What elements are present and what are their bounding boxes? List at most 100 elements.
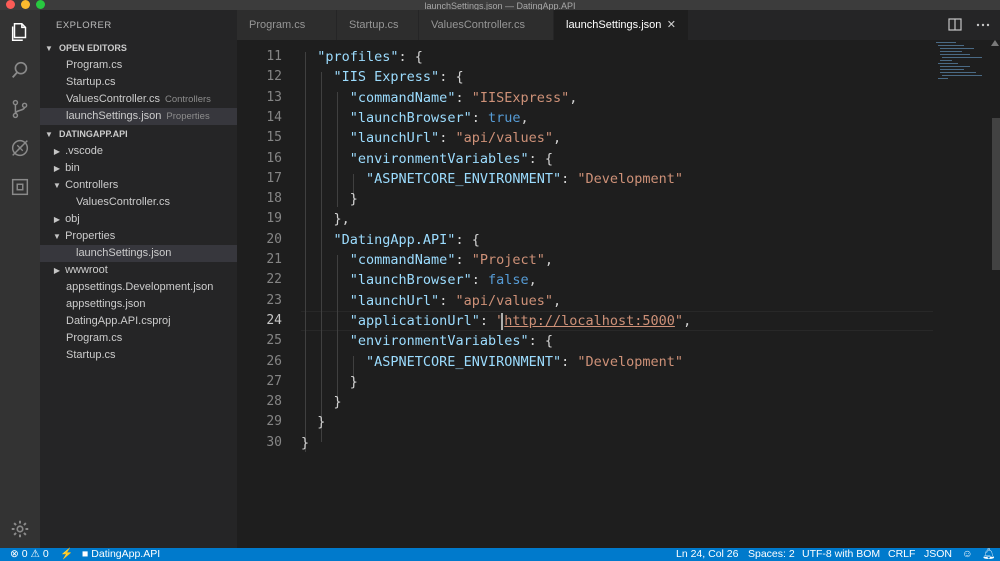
code-line[interactable]: 16 "environmentVariables": { [237,149,937,169]
tree-file[interactable]: ValuesController.cs [40,194,237,211]
tree-folder-obj[interactable]: ▶ obj [40,211,237,228]
code-token: " [674,312,684,329]
code-line[interactable]: 23 "launchUrl": "api/values", [237,291,937,311]
scrollbar-thumb[interactable] [992,118,1000,270]
code-editor[interactable]: 11 "profiles": {12 "IIS Express": {13 "c… [237,40,1000,548]
code-line[interactable]: 20 "DatingApp.API": { [237,230,937,250]
sync-icon[interactable]: ⚡ [60,548,73,561]
debug-icon[interactable] [8,136,32,160]
tab-program[interactable]: Program.cs [237,10,337,40]
tree-file[interactable]: Startup.cs [40,347,237,364]
code-line[interactable]: 28 } [237,392,937,412]
tree-item-label: Program.cs [66,332,123,344]
code-line[interactable]: 19 }, [237,209,937,229]
tree-folder-properties[interactable]: ▼ Properties [40,228,237,245]
open-editor-item[interactable]: ValuesController.cs Controllers [40,91,237,108]
tree-file-selected[interactable]: launchSettings.json [40,245,237,262]
code-token: "ASPNETCORE_ENVIRONMENT" [366,170,562,187]
cursor-position[interactable]: Ln 24, Col 26 [676,548,738,561]
code-token: : [455,252,472,268]
code-line[interactable]: 25 "environmentVariables": { [237,331,937,351]
tab-launch-settings[interactable]: launchSettings.json ✕ [554,10,689,40]
code-line[interactable]: 13 "commandName": "IISExpress", [237,88,937,108]
smiley-icon[interactable]: ☺ [962,548,973,561]
line-number: 28 [266,394,282,410]
error-icon: ⊗ [10,548,19,560]
code-token: "Development" [577,353,684,370]
code-line[interactable]: 29 } [237,412,937,432]
tree-item-label: .vscode [65,145,103,157]
source-control-icon[interactable] [8,97,32,121]
code-token: : { [398,49,423,65]
line-number: 15 [266,130,282,146]
code-line[interactable]: 30} [237,433,937,453]
open-editors-label: OPEN EDITORS [59,43,127,53]
code-token: , [520,109,529,126]
code-token: , [528,272,537,289]
chevron-right-icon: ▶ [53,266,61,275]
tree-folder-bin[interactable]: ▶ bin [40,160,237,177]
code-token: , [544,252,554,268]
indentation[interactable]: Spaces: 2 [748,548,795,561]
open-editor-item[interactable]: Startup.cs [40,74,237,91]
code-line[interactable]: 12 "IIS Express": { [237,67,937,87]
code-line[interactable]: 26 "ASPNETCORE_ENVIRONMENT": "Developmen… [237,352,937,372]
code-line[interactable]: 24 "applicationUrl": "http://localhost:5… [237,311,937,331]
search-icon[interactable] [8,58,32,82]
project-header[interactable]: ▼ DATINGAPP.API [40,126,237,143]
code-token: "api/values" [455,130,553,147]
language-mode[interactable]: JSON [924,548,952,561]
scroll-up-icon[interactable] [991,40,999,46]
zoom-window-button[interactable] [36,0,45,9]
code-line[interactable]: 11 "profiles": { [237,47,937,67]
code-text: "launchUrl": "api/values", [301,128,561,148]
tree-item-label: DatingApp.API.csproj [66,315,171,327]
tree-folder-vscode[interactable]: ▶ .vscode [40,143,237,160]
code-line[interactable]: 18 } [237,189,937,209]
code-line[interactable]: 17 "ASPNETCORE_ENVIRONMENT": "Developmen… [237,169,937,189]
close-icon[interactable]: ✕ [667,10,676,41]
problems-indicator[interactable]: ⊗ 0 ⚠ 0 [10,548,49,561]
open-editor-item[interactable]: Program.cs [40,57,237,74]
open-editor-item-active[interactable]: launchSettings.json Properties [40,108,237,125]
line-number: 11 [266,49,282,64]
code-token: : [561,353,578,370]
code-line[interactable]: 21 "commandName": "Project", [237,250,937,270]
explorer-icon[interactable] [8,20,32,44]
tree-file[interactable]: appsettings.json [40,296,237,313]
code-token: } [301,414,326,431]
bell-icon[interactable]: 🔔︎ [982,548,995,561]
code-line[interactable]: 22 "launchBrowser": false, [237,270,937,290]
tab-values-controller[interactable]: ValuesController.cs [419,10,554,40]
code-line[interactable]: 14 "launchBrowser": true, [237,108,937,128]
folder-indicator[interactable]: ■ DatingApp.API [82,548,160,561]
chevron-down-icon: ▼ [45,44,53,53]
code-text: "commandName": "Project", [301,250,553,270]
more-actions-icon[interactable] [976,18,990,31]
line-ending[interactable]: CRLF [888,548,915,561]
tab-label: ValuesController.cs [431,19,525,31]
vertical-scrollbar[interactable] [990,40,1000,548]
tree-folder-wwwroot[interactable]: ▶ wwwroot [40,262,237,279]
open-editors-header[interactable]: ▼ OPEN EDITORS [40,40,237,57]
line-number: 23 [266,292,282,308]
minimap[interactable] [934,40,990,548]
tree-file[interactable]: DatingApp.API.csproj [40,313,237,330]
code-text: "applicationUrl": "http://localhost:5000… [301,311,691,331]
code-line[interactable]: 27 } [237,372,937,392]
split-editor-icon[interactable] [948,18,962,31]
extensions-icon[interactable] [8,175,32,199]
code-text: "profiles": { [301,47,423,67]
close-window-button[interactable] [6,0,15,9]
code-line[interactable]: 15 "launchUrl": "api/values", [237,128,937,148]
gear-icon[interactable] [8,517,32,541]
tree-file[interactable]: appsettings.Development.json [40,279,237,296]
encoding[interactable]: UTF-8 with BOM [802,548,880,561]
tab-startup[interactable]: Startup.cs [337,10,419,40]
minimize-window-button[interactable] [21,0,30,9]
tree-folder-controllers[interactable]: ▼ Controllers [40,177,237,194]
tree-file[interactable]: Program.cs [40,330,237,347]
code-text: } [301,412,325,432]
